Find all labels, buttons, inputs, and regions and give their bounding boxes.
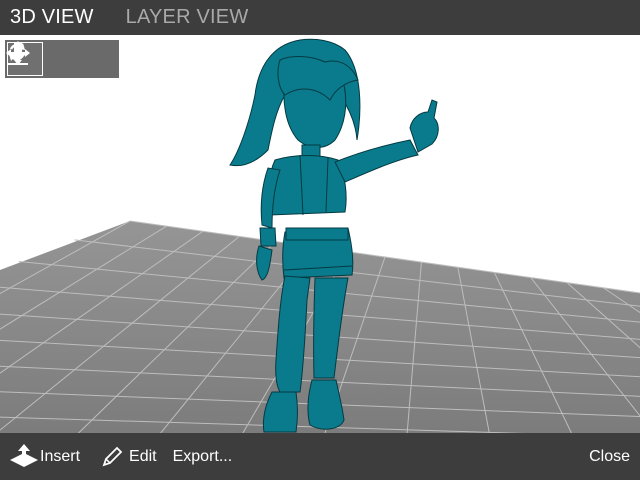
scene-canvas xyxy=(0,38,640,433)
insert-icon xyxy=(10,443,38,467)
edit-label: Edit xyxy=(129,448,157,465)
tab-layer-view[interactable]: LAYER VIEW xyxy=(116,0,249,35)
export-button[interactable]: Export... xyxy=(173,433,233,480)
lay-flat-tool-button[interactable] xyxy=(8,42,115,76)
transform-toolbar xyxy=(5,40,119,78)
edit-button[interactable]: Edit xyxy=(100,433,157,480)
lay-flat-icon xyxy=(8,43,28,65)
move-tool-button[interactable] xyxy=(6,41,79,76)
pencil-icon xyxy=(102,446,123,466)
insert-label: Insert xyxy=(40,448,81,465)
export-label: Export... xyxy=(172,448,233,465)
3d-viewport[interactable] xyxy=(0,35,640,433)
tab-3d-view[interactable]: 3D VIEW xyxy=(0,0,94,35)
view-tab-bar: 3D VIEW LAYER VIEW xyxy=(0,0,640,35)
bottom-action-bar: Insert Edit Export... Close xyxy=(0,433,640,480)
insert-button[interactable]: Insert xyxy=(8,433,80,480)
close-label: Close xyxy=(589,448,630,465)
close-button[interactable]: Close xyxy=(589,433,630,480)
